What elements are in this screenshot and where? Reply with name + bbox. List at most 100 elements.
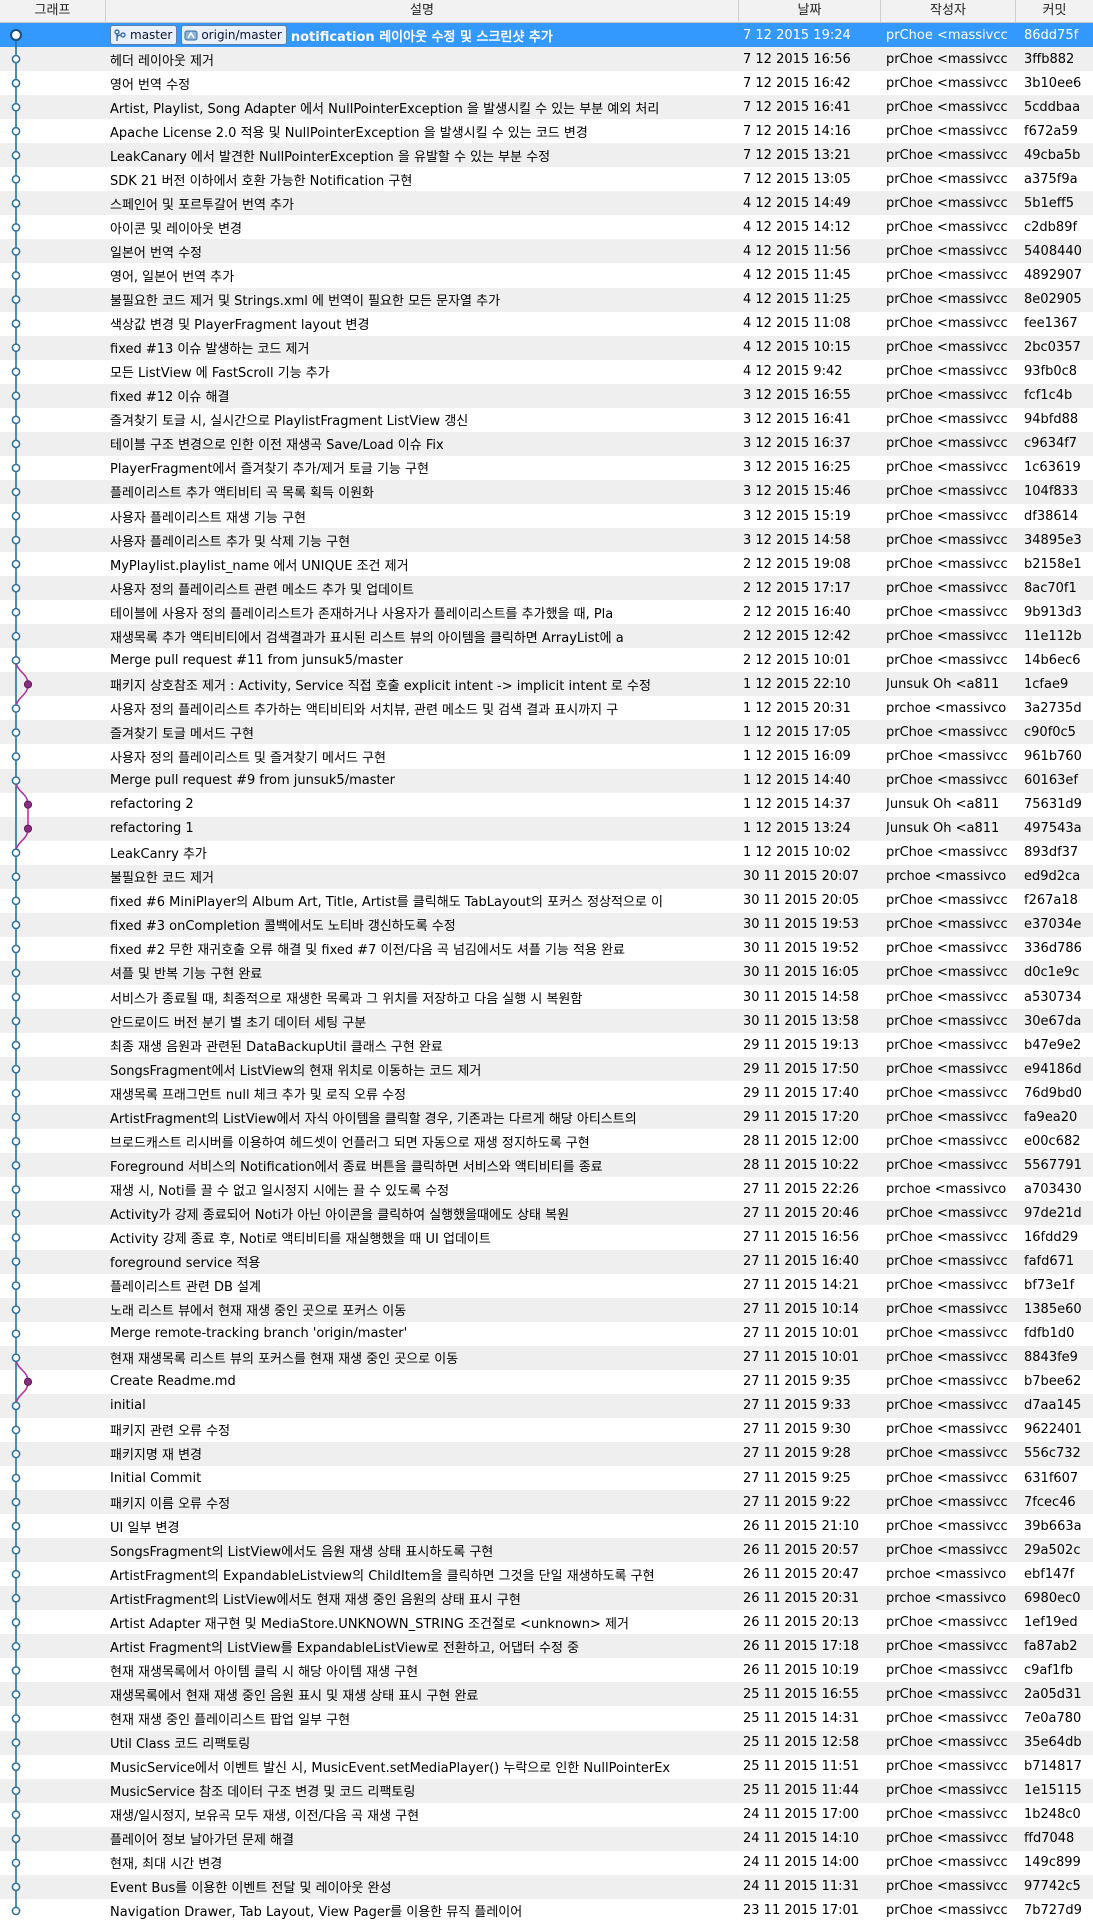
commit-row[interactable]: SongsFragment에서 ListView의 현재 위치로 이동하는 코드… [0,1057,1093,1082]
branch-tag[interactable]: master [110,25,178,46]
commit-row[interactable]: master origin/master notification 레이아웃 수정 … [0,23,1093,48]
commit-row[interactable]: 현재, 최대 시간 변경 24 11 2015 14:00 prChoe <mass… [0,1851,1093,1875]
commit-row[interactable]: fixed #13 이슈 발생하는 코드 제거 4 12 2015 10:15 pr… [0,335,1093,360]
commit-row[interactable]: 영어 번역 수정 7 12 2015 16:42 prChoe <massivcc 3… [0,71,1093,95]
commit-row[interactable]: ArtistFragment의 ListView에서 자식 아이템을 클릭할 경… [0,1105,1093,1130]
commit-hash: 75631d9 [1024,797,1082,813]
commit-row[interactable]: Artist, Playlist, Song Adapter 에서 NullPo… [0,95,1093,120]
commit-row[interactable]: 색상값 변경 및 PlayerFragment layout 변경 4 12 20… [0,312,1093,336]
commit-row[interactable]: Create Readme.md 27 11 2015 9:35 prChoe <m… [0,1370,1093,1394]
commit-row[interactable]: 사용자 정의 플레이리스트 추가하는 액티비티와 서치뷰, 관련 메소드 및 검… [0,696,1093,720]
commit-date: 30 11 2015 13:58 [743,1013,860,1029]
commit-row[interactable]: 패키지명 재 변경 27 11 2015 9:28 prChoe <massivcc… [0,1441,1093,1466]
commit-row[interactable]: Merge pull request #9 from junsuk5/maste… [0,768,1093,793]
commit-row[interactable]: Merge pull request #11 from junsuk5/mast… [0,648,1093,672]
commit-row[interactable]: fixed #2 무한 재귀호출 오류 해결 및 fixed #7 이전/다음 … [0,937,1093,961]
commit-row[interactable]: fixed #12 이슈 해결 3 12 2015 16:55 prChoe <ma… [0,383,1093,408]
commit-row[interactable]: 플레이리스트 추가 액티비티 곡 목록 획득 이원화 3 12 2015 15:4… [0,479,1093,504]
commit-row[interactable]: 즐겨찾기 토글 메서드 구현 1 12 2015 17:05 prChoe <mas… [0,720,1093,745]
commit-description-cell: Event Bus를 이용한 이벤트 전달 및 레이아웃 완성 [108,1875,736,1899]
commit-row[interactable]: 재생목록 추가 액티비티에서 검색결과가 표시된 리스트 뷰의 아이템을 클릭하… [0,624,1093,649]
commit-row[interactable]: ArtistFragment의 ExpandableListview의 Chil… [0,1562,1093,1586]
commit-row[interactable]: Navigation Drawer, Tab Layout, View Page… [0,1899,1093,1923]
graph-column-header[interactable]: 그래프 [0,0,106,22]
commit-row[interactable]: 즐겨찾기 토글 시, 실시간으로 PlaylistFragment ListVi… [0,408,1093,432]
commit-row[interactable]: 사용자 플레이리스트 재생 기능 구현 3 12 2015 15:19 prChoe… [0,504,1093,528]
commit-row[interactable]: foreground service 적용 27 11 2015 16:40 prC… [0,1249,1093,1274]
commit-row[interactable]: Event Bus를 이용한 이벤트 전달 및 레이아웃 완성 24 11 201… [0,1874,1093,1899]
commit-row[interactable]: Artist Adapter 재구현 및 MediaStore.UNKNOWN_… [0,1610,1093,1634]
commit-row[interactable]: 테이블에 사용자 정의 플레이리스트가 존재하거나 사용자가 플레이리스트를 추… [0,600,1093,624]
commit-row[interactable]: 노래 리스트 뷰에서 현재 재생 중인 곳으로 포커스 이동 27 11 2015… [0,1297,1093,1322]
commit-author: prChoe <massivcc [886,1470,1008,1486]
commit-row[interactable]: initial 27 11 2015 9:33 prChoe <massivcc d7… [0,1393,1093,1418]
commit-row[interactable]: Activity가 강제 종료되어 Noti가 아닌 아이콘을 클릭하여 실행했… [0,1201,1093,1226]
commit-row[interactable]: UI 일부 변경 26 11 2015 21:10 prChoe <massivcc… [0,1514,1093,1538]
commit-author: prChoe <massivcc [886,1855,1008,1871]
commit-author: prChoe <massivcc [886,1446,1008,1462]
commit-row[interactable]: LeakCanary 에서 발견한 NullPointerException 을… [0,143,1093,168]
commit-row[interactable]: 재생/일시정지, 보유곡 모두 재생, 이전/다음 곡 재생 구현 24 11 2… [0,1803,1093,1827]
branch-tag[interactable]: origin/master [181,25,287,46]
commit-row[interactable]: MusicService에서 이벤트 발신 시, MusicEvent.setM… [0,1755,1093,1779]
commit-author: prChoe <massivcc [886,1109,1008,1125]
commit-row[interactable]: Merge remote-tracking branch 'origin/mas… [0,1322,1093,1346]
commit-row[interactable]: 현재 재생 중인 플레이리스트 팝업 일부 구현 25 11 2015 14:31… [0,1707,1093,1731]
commit-row[interactable]: LeakCanry 추가 1 12 2015 10:02 prChoe <massi… [0,841,1093,865]
commit-row[interactable]: MusicService 참조 데이터 구조 변경 및 코드 리팩토링 25 11… [0,1778,1093,1803]
commit-row[interactable]: Foreground 서비스의 Notification에서 종료 버튼을 클릭… [0,1153,1093,1178]
commit-row[interactable]: 불필요한 코드 제거 30 11 2015 20:07 prchoe <massiv… [0,864,1093,889]
commit-row[interactable]: 브로드캐스트 리시버를 이용하여 헤드셋이 언플러그 되면 자동으로 재생 정지… [0,1129,1093,1153]
commit-row[interactable]: Initial Commit 27 11 2015 9:25 prChoe <mas… [0,1466,1093,1490]
commit-row[interactable]: PlayerFragment에서 즐겨찾기 추가/제거 토글 기능 구현 3 12… [0,456,1093,480]
commit-row[interactable]: 안드로이드 버전 분기 별 초기 데이터 세팅 구분 30 11 2015 13:… [0,1009,1093,1034]
commit-description-cell: fixed #2 무한 재귀호출 오류 해결 및 fixed #7 이전/다음 … [108,937,736,961]
commit-row[interactable]: ArtistFragment의 ListView에서도 현재 재생 중인 음원의… [0,1586,1093,1611]
commit-row[interactable]: 플레이리스트 관련 DB 설계 27 11 2015 14:21 prChoe <m… [0,1274,1093,1298]
commit-author: prChoe <massivcc [886,628,1008,644]
commit-column-header[interactable]: 커밋 [1016,0,1093,22]
commit-row[interactable]: 영어, 일본어 번역 추가 4 12 2015 11:45 prChoe <mass… [0,264,1093,288]
commit-row[interactable]: 아이콘 및 레이아웃 변경 4 12 2015 14:12 prChoe <mass… [0,215,1093,239]
commit-row[interactable]: Activity 강제 종료 후, Noti로 액티비티를 재실행했을 때 UI… [0,1226,1093,1250]
commit-row[interactable]: 일본어 번역 수정 4 12 2015 11:56 prChoe <massivcc… [0,239,1093,264]
commit-row[interactable]: 모든 ListView 에 FastScroll 기능 추가 4 12 2015 … [0,360,1093,384]
commit-author: prChoe <massivcc [886,268,1008,284]
commit-row[interactable]: refactoring 2 1 12 2015 14:37 Junsuk Oh <a… [0,793,1093,817]
commit-row[interactable]: SongsFragment의 ListView에서도 음원 재생 상태 표시하도… [0,1538,1093,1563]
commit-date: 4 12 2015 11:08 [743,316,851,332]
commit-row[interactable]: Apache License 2.0 적용 및 NullPointerExcep… [0,119,1093,143]
commit-row[interactable]: 사용자 플레이리스트 추가 및 삭제 기능 구현 3 12 2015 14:58 p… [0,528,1093,553]
commit-row[interactable]: MyPlaylist.playlist_name 에서 UNIQUE 조건 제거… [0,552,1093,576]
commit-row[interactable]: 서비스가 종료될 때, 최종적으로 재생한 목록과 그 위치를 저장하고 다음 … [0,985,1093,1009]
author-column-header[interactable]: 작성자 [881,0,1016,22]
commit-row[interactable]: 재생 시, Noti를 끌 수 없고 일시정지 시에는 끌 수 있도록 수정 27… [0,1177,1093,1201]
commit-row[interactable]: 헤더 레이아웃 제거 7 12 2015 16:56 prChoe <massivc… [0,47,1093,72]
commit-hash: 7b727d9 [1024,1903,1082,1919]
commit-message: Foreground 서비스의 Notification에서 종료 버튼을 클릭… [110,1159,603,1175]
commit-row[interactable]: 재생목록에서 현재 재생 중인 음원 표시 및 재생 상태 표시 구현 완료 25… [0,1682,1093,1707]
commit-row[interactable]: 재생목록 프래그먼트 null 체크 추가 및 로직 오류 수정 29 11 20… [0,1081,1093,1105]
commit-row[interactable]: refactoring 1 1 12 2015 13:24 Junsuk Oh <a… [0,816,1093,841]
commit-row[interactable]: 최종 재생 음원과 관련된 DataBackupUtil 클래스 구현 완료 29… [0,1033,1093,1057]
commit-row[interactable]: 현재 재생목록에서 아이템 클릭 시 해당 아이템 재생 구현 26 11 201… [0,1658,1093,1682]
date-column-header[interactable]: 날짜 [739,0,881,22]
commit-row[interactable]: 사용자 정의 플레이리스트 및 즐겨찾기 메서드 구현 1 12 2015 16:… [0,745,1093,769]
commit-row[interactable]: 사용자 정의 플레이리스트 관련 메소드 추가 및 업데이트 2 12 2015 … [0,576,1093,601]
commit-row[interactable]: fixed #3 onCompletion 콜백에서도 노티바 갱신하도록 수정… [0,912,1093,937]
commit-row[interactable]: 스페인어 및 포르투갈어 번역 추가 4 12 2015 14:49 prChoe … [0,191,1093,216]
commit-row[interactable]: 패키지 상호참조 제거 : Activity, Service 직접 호출 ex… [0,672,1093,697]
commit-author: prChoe <massivcc [886,1422,1008,1438]
commit-row[interactable]: 패키지 이름 오류 수정 27 11 2015 9:22 prChoe <massi… [0,1490,1093,1515]
commit-row[interactable]: fixed #6 MiniPlayer의 Album Art, Title, A… [0,889,1093,913]
commit-row[interactable]: 테이블 구조 변경으로 인한 이전 재생곡 Save/Load 이슈 Fix 3 … [0,431,1093,456]
commit-row[interactable]: 셔플 및 반복 기능 구현 완료 30 11 2015 16:05 prChoe <… [0,960,1093,985]
commit-row[interactable]: SDK 21 버전 이하에서 호환 가능한 Notification 구현 7 1… [0,167,1093,191]
commit-row[interactable]: Artist Fragment의 ListView를 ExpandableLis… [0,1634,1093,1659]
commit-row[interactable]: 현재 재생목록 리스트 뷰의 포커스를 현재 재생 중인 곳으로 이동 27 11… [0,1345,1093,1370]
commit-row[interactable]: Util Class 코드 리팩토링 25 11 2015 12:58 prChoe… [0,1730,1093,1755]
commit-row[interactable]: 패키지 관련 오류 수정 27 11 2015 9:30 prChoe <massi… [0,1418,1093,1442]
commit-row[interactable]: 불필요한 코드 제거 및 Strings.xml 에 번역이 필요한 모든 문자… [0,287,1093,312]
commit-row[interactable]: 플레이어 정보 날아가던 문제 해결 24 11 2015 14:10 prChoe… [0,1826,1093,1851]
description-column-header[interactable]: 설명 [106,0,739,22]
